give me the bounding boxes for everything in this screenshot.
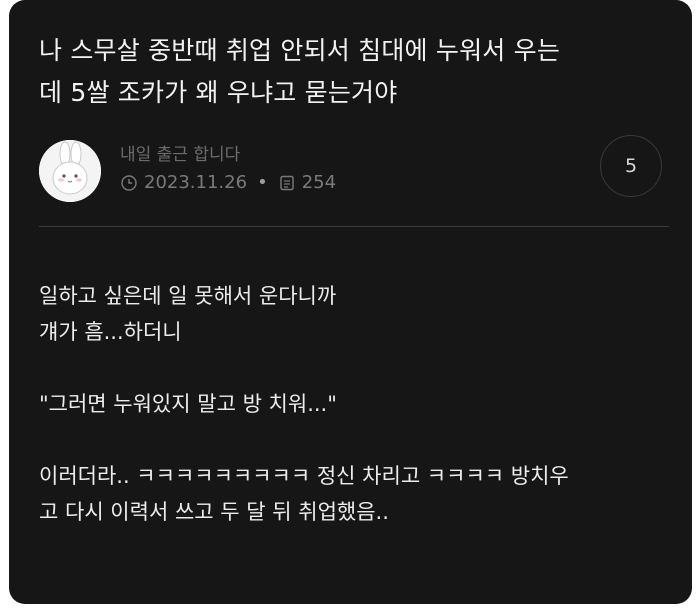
body-blank-line <box>39 422 679 458</box>
post-title-line-1: 나 스무살 중반때 취업 안되서 침대에 누워서 우는 <box>39 36 561 65</box>
divider <box>39 226 669 227</box>
body-line: 고 다시 이력서 쓰고 두 달 뒤 취업했음.. <box>39 500 389 524</box>
body-line: 걔가 흠...하더니 <box>39 320 182 344</box>
post-date: 2023.11.26 <box>144 172 248 193</box>
body-line: 이러더라.. ㅋㅋㅋㅋㅋㅋㅋㅋㅋ 정신 차리고 ㅋㅋㅋㅋ 방치우 <box>39 464 569 488</box>
body-blank-line <box>39 350 679 386</box>
body-line: "그러면 누워있지 말고 방 치워..." <box>39 392 337 416</box>
meta-separator: • <box>257 172 268 193</box>
post-body: 일하고 싶은데 일 못해서 운다니까 걔가 흠...하더니 "그러면 누워있지 … <box>39 278 679 530</box>
view-count: 254 <box>301 172 337 193</box>
body-line: 일하고 싶은데 일 못해서 운다니까 <box>39 284 337 308</box>
comment-count-button[interactable]: 5 <box>600 135 662 197</box>
post-title: 나 스무살 중반때 취업 안되서 침대에 누워서 우는 데 5쌀 조카가 왜 우… <box>39 30 669 114</box>
post-title-line-2: 데 5쌀 조카가 왜 우냐고 묻는거야 <box>39 78 398 107</box>
author-avatar[interactable] <box>39 140 101 202</box>
clock-icon <box>120 174 138 192</box>
post-card: 나 스무살 중반때 취업 안되서 침대에 누워서 우는 데 5쌀 조카가 왜 우… <box>9 0 692 604</box>
post-meta: 2023.11.26 • 254 <box>120 172 336 193</box>
author-name[interactable]: 내일 출근 합니다 <box>120 140 240 165</box>
document-icon <box>278 174 296 192</box>
rabbit-avatar-icon <box>39 140 101 202</box>
